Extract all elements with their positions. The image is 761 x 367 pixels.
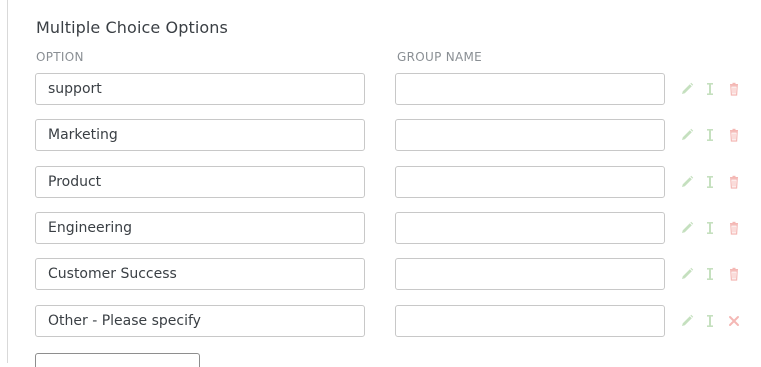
option-row	[0, 305, 761, 339]
reorder-icon[interactable]	[702, 313, 718, 329]
group-name-input[interactable]	[395, 212, 665, 244]
reorder-icon[interactable]	[702, 266, 718, 282]
reorder-icon[interactable]	[702, 127, 718, 143]
reorder-icon[interactable]	[702, 174, 718, 190]
option-input[interactable]	[35, 305, 365, 337]
option-column-header: OPTION	[36, 50, 84, 64]
option-row	[0, 166, 761, 200]
pencil-icon[interactable]	[679, 313, 695, 329]
option-row	[0, 212, 761, 246]
option-input[interactable]	[35, 212, 365, 244]
pencil-icon[interactable]	[679, 174, 695, 190]
reorder-icon[interactable]	[702, 220, 718, 236]
option-input[interactable]	[35, 166, 365, 198]
option-row	[0, 258, 761, 292]
trash-icon[interactable]	[726, 174, 742, 190]
add-option-button[interactable]	[35, 353, 200, 367]
group-name-column-header: GROUP NAME	[397, 50, 483, 64]
option-input[interactable]	[35, 258, 365, 290]
close-icon[interactable]	[726, 313, 742, 329]
option-input[interactable]	[35, 119, 365, 151]
option-input[interactable]	[35, 73, 365, 105]
pencil-icon[interactable]	[679, 220, 695, 236]
group-name-input[interactable]	[395, 258, 665, 290]
pencil-icon[interactable]	[679, 81, 695, 97]
trash-icon[interactable]	[726, 81, 742, 97]
reorder-icon[interactable]	[702, 81, 718, 97]
trash-icon[interactable]	[726, 127, 742, 143]
pencil-icon[interactable]	[679, 266, 695, 282]
trash-icon[interactable]	[726, 266, 742, 282]
group-name-input[interactable]	[395, 305, 665, 337]
group-name-input[interactable]	[395, 166, 665, 198]
group-name-input[interactable]	[395, 119, 665, 151]
group-name-input[interactable]	[395, 73, 665, 105]
pencil-icon[interactable]	[679, 127, 695, 143]
trash-icon[interactable]	[726, 220, 742, 236]
option-row	[0, 73, 761, 107]
section-title: Multiple Choice Options	[36, 18, 228, 37]
option-row	[0, 119, 761, 153]
